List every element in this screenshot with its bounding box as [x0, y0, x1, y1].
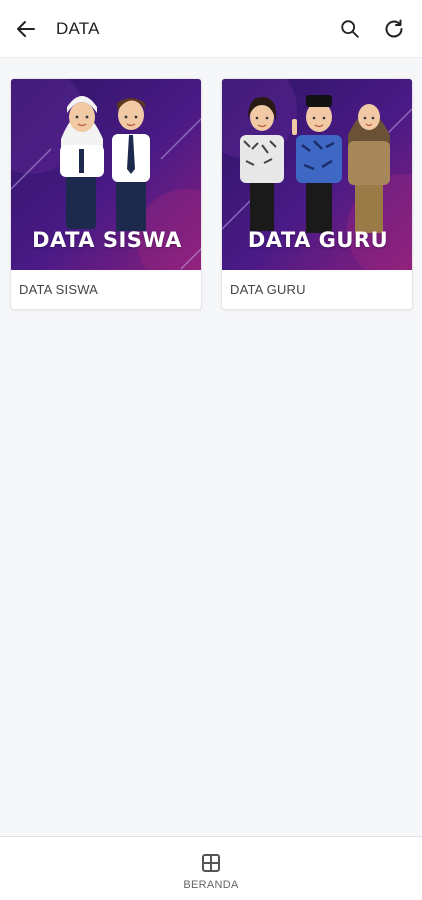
top-app-bar: DATA	[0, 0, 422, 58]
arrow-left-icon	[17, 20, 35, 37]
nav-item-beranda[interactable]: BERANDA	[166, 837, 256, 900]
search-icon	[341, 19, 359, 38]
search-button[interactable]	[328, 7, 372, 51]
refresh-icon	[385, 19, 403, 37]
refresh-button[interactable]	[372, 7, 416, 51]
page-title: DATA	[56, 18, 100, 38]
toolbar-actions	[328, 7, 416, 51]
students-illustration: DATA SISWA	[11, 79, 201, 270]
card-label: DATA SISWA	[19, 282, 99, 297]
app-screen: DATA DATA SISWA DATA SISWA DATA GURU DAT…	[0, 0, 422, 900]
grid-icon	[202, 854, 220, 872]
card-image-caption: DATA GURU	[247, 228, 389, 252]
card-label: DATA GURU	[230, 282, 306, 297]
menu-card-data-guru[interactable]: DATA GURU DATA GURU	[221, 78, 413, 310]
menu-card-data-siswa[interactable]: DATA SISWA DATA SISWA	[10, 78, 202, 310]
teachers-illustration: DATA GURU	[222, 79, 412, 270]
nav-label: BERANDA	[183, 879, 239, 891]
back-button[interactable]	[4, 7, 48, 51]
bottom-navigation: BERANDA	[0, 836, 422, 900]
card-image-caption: DATA SISWA	[32, 228, 182, 252]
menu-grid: DATA SISWA DATA SISWA DATA GURU DATA GUR…	[10, 78, 413, 310]
content-area: DATA SISWA DATA SISWA DATA GURU DATA GUR…	[0, 58, 422, 836]
